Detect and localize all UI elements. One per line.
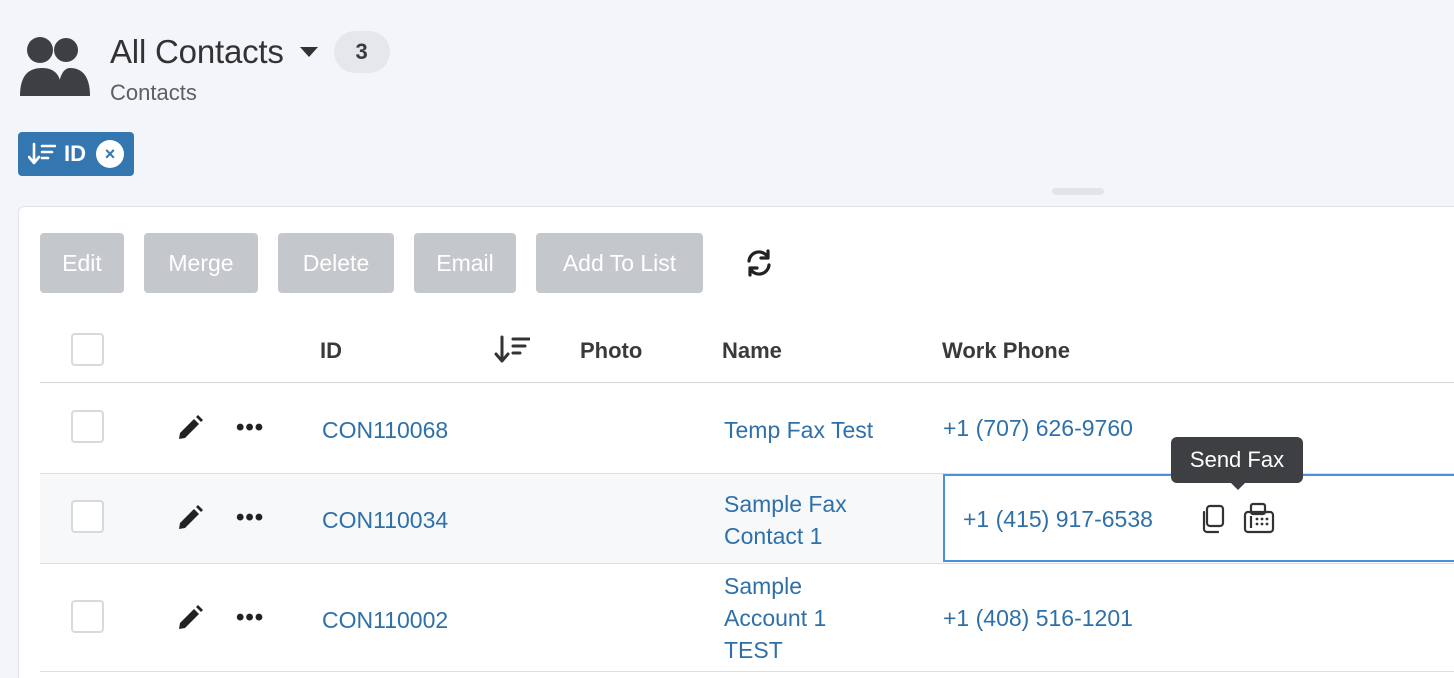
sort-descending-icon [28,142,56,165]
add-to-list-button[interactable]: Add To List [536,233,703,293]
email-button[interactable]: Email [414,233,516,293]
sort-chip-label: ID [64,141,86,166]
page-title[interactable]: All Contacts [110,33,284,71]
send-fax-tooltip: Send Fax [1171,437,1303,490]
contacts-group-icon [20,37,90,96]
page-header: All Contacts 3 Contacts [18,30,390,106]
table-row: ••• CON110002 Sample Account 1 TEST +1 (… [40,564,1454,672]
contact-name-link[interactable]: Temp Fax Test [724,414,873,446]
merge-button[interactable]: Merge [144,233,258,293]
select-all-checkbox[interactable] [71,333,104,366]
pencil-icon[interactable] [176,414,204,442]
more-options-icon[interactable]: ••• [236,604,264,632]
pencil-icon[interactable] [176,604,204,632]
row-checkbox[interactable] [71,410,104,443]
more-options-icon[interactable]: ••• [236,414,264,442]
column-header-name[interactable]: Name [722,338,782,364]
view-dropdown-icon[interactable] [299,47,318,57]
refresh-icon[interactable] [739,243,779,283]
contact-name-link[interactable]: Sample Fax Contact 1 [724,488,847,552]
contact-name-line: Account 1 [724,605,827,631]
work-phone-link[interactable]: +1 (415) 917-6538 [963,503,1153,535]
copy-icon[interactable] [1199,504,1227,534]
pencil-icon[interactable] [176,504,204,532]
row-checkbox[interactable] [71,500,104,533]
fax-icon[interactable] [1243,502,1275,534]
contact-id-link[interactable]: CON110034 [322,504,448,536]
contact-name-line: Contact 1 [724,523,823,549]
sort-filter-chip[interactable]: ID × [18,132,134,176]
work-phone-link[interactable]: +1 (408) 516-1201 [943,602,1133,634]
work-phone-link[interactable]: +1 (707) 626-9760 [943,412,1133,444]
contact-name-link[interactable]: Sample Account 1 TEST [724,570,826,666]
work-phone-cell-focused[interactable]: +1 (415) 917-6538 [943,474,1454,562]
page-subtitle: Contacts [110,80,197,105]
contact-name-line: TEST [724,637,783,663]
row-checkbox[interactable] [71,600,104,633]
resize-handle[interactable] [1052,188,1104,195]
contact-name-line: Sample Fax [724,491,847,517]
column-header-work-phone[interactable]: Work Phone [942,338,1070,364]
contact-id-link[interactable]: CON110068 [322,414,448,446]
delete-button[interactable]: Delete [278,233,394,293]
column-header-photo[interactable]: Photo [580,338,642,364]
contact-name-line: Sample [724,573,802,599]
more-options-icon[interactable]: ••• [236,504,264,532]
contact-id-link[interactable]: CON110002 [322,604,448,636]
table-header: ID Photo Name Work Phone [40,319,1454,383]
edit-button[interactable]: Edit [40,233,124,293]
column-header-id[interactable]: ID [320,338,342,364]
record-count-badge: 3 [333,31,390,73]
contact-name-line: Temp Fax Test [724,417,874,443]
action-toolbar: Edit Merge Delete Email Add To List [40,233,779,293]
sort-descending-icon[interactable] [494,335,530,365]
chip-close-icon[interactable]: × [96,140,124,168]
